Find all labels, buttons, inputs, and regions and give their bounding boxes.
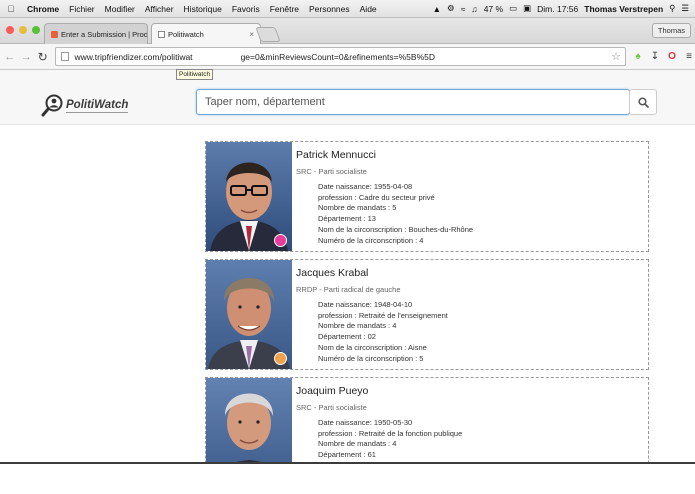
notification-center-icon[interactable]: ☰: [681, 3, 689, 14]
bookmark-star-icon[interactable]: ☆: [611, 50, 621, 63]
deputy-details: Date naissance: 1948-04-10 profession : …: [318, 300, 448, 364]
menu-historique[interactable]: Historique: [179, 4, 227, 14]
display-icon[interactable]: ▣: [523, 3, 531, 14]
birth-date: Date naissance: 1955-04-08: [318, 182, 413, 191]
extension-icons: ♠ ↧ O ≡: [632, 51, 695, 63]
spotlight-icon[interactable]: ⚲: [669, 3, 675, 14]
profession: profession : Retraité de la fonction pub…: [318, 428, 463, 438]
url-text-tail[interactable]: ge=0&minReviewsCount=0&refinements=%5B%5…: [241, 52, 435, 62]
menu-fenetre[interactable]: Fenêtre: [265, 4, 304, 14]
menu-modifier[interactable]: Modifier: [100, 4, 140, 14]
party-color-dot: [274, 234, 287, 247]
deputy-details: Date naissance: 1955-04-08 profession : …: [318, 182, 473, 246]
address-bar[interactable]: www.tripfriendizer.com/politiwat ge=0&mi…: [55, 47, 626, 66]
browser-toolbar: ← → ↻ www.tripfriendizer.com/politiwat g…: [0, 44, 695, 70]
deputy-card[interactable]: Patrick Mennucci SRC - Parti socialiste …: [205, 141, 649, 252]
mandate-count: Nombre de mandats : 5: [318, 203, 397, 213]
volume-icon[interactable]: ♫: [471, 4, 477, 14]
page-icon: [61, 52, 70, 61]
battery-icon[interactable]: ▭: [509, 3, 517, 14]
notification-icon[interactable]: ⚙: [447, 3, 455, 14]
constituency-number: Numéro de la circonscription : 5: [318, 353, 424, 363]
wifi-icon[interactable]: ≈: [461, 4, 466, 14]
logo-text: PolitiWatch: [66, 98, 129, 113]
tab-label: Enter a Submission | Produ: [61, 29, 148, 39]
menubar-status-area: ▲ ⚙ ≈ ♫ 47 % ▭ ▣ Dim. 17:56 Thomas Verst…: [433, 3, 695, 14]
deputy-party: RRDP - Parti radical de gauche: [296, 285, 401, 294]
zoom-window-button[interactable]: [32, 26, 40, 34]
new-tab-button[interactable]: [255, 27, 281, 42]
app-header: PolitiWatch: [0, 70, 695, 125]
department: Département : 02: [318, 332, 376, 342]
adobe-icon[interactable]: ▲: [433, 4, 441, 14]
tab-tooltip: Politiwatch: [176, 69, 214, 80]
menu-aide[interactable]: Aide: [355, 4, 382, 14]
clock[interactable]: Dim. 17:56: [537, 4, 578, 14]
menu-favoris[interactable]: Favoris: [227, 4, 265, 14]
window-controls: [6, 26, 40, 34]
producthunt-favicon-icon: [51, 30, 58, 38]
mac-menu-bar:  Chrome Fichier Modifier Afficher Histo…: [0, 0, 695, 18]
department: Département : 13: [318, 214, 376, 224]
minimize-window-button[interactable]: [19, 26, 27, 34]
deputy-details: Date naissance: 1950-05-30 profession : …: [318, 418, 462, 461]
constituency-number: Numéro de la circonscription : 4: [318, 235, 424, 245]
close-window-button[interactable]: [6, 26, 14, 34]
deputy-card[interactable]: Jacques Krabal RRDP - Parti radical de g…: [205, 259, 649, 370]
battery-percent[interactable]: 47 %: [484, 4, 503, 14]
search-input[interactable]: [197, 90, 629, 114]
download-icon[interactable]: ↧: [649, 51, 661, 63]
birth-date: Date naissance: 1950-05-30: [318, 418, 413, 427]
deputy-name[interactable]: Joaquim Pueyo: [296, 385, 368, 397]
deputy-party: SRC - Parti socialiste: [296, 167, 367, 176]
extension-icon[interactable]: ♠: [632, 51, 644, 63]
apple-icon[interactable]: : [0, 4, 22, 14]
browser-tab-strip: Enter a Submission | Produ × Politiwatch…: [0, 18, 695, 44]
forward-arrow-icon[interactable]: →: [19, 51, 32, 63]
tab-label: Politiwatch: [168, 29, 204, 39]
profile-button[interactable]: Thomas: [651, 23, 691, 38]
search-box: [196, 89, 630, 115]
close-tab-icon[interactable]: ×: [246, 30, 254, 39]
menu-app-chrome[interactable]: Chrome: [22, 4, 64, 14]
constituency-name: Nom de la circonscription : Bouches-du-R…: [318, 224, 474, 234]
tab-enter-submission[interactable]: Enter a Submission | Produ ×: [44, 23, 148, 44]
back-arrow-icon[interactable]: ←: [3, 51, 16, 63]
user-name[interactable]: Thomas Verstrepen: [584, 4, 663, 14]
menu-fichier[interactable]: Fichier: [64, 4, 100, 14]
department: Département : 61: [318, 450, 376, 460]
search-button[interactable]: [629, 89, 657, 115]
menu-afficher[interactable]: Afficher: [140, 4, 179, 14]
profession: profession : Retraité de l'enseignement: [318, 310, 448, 320]
window-bottom-edge: [0, 462, 695, 494]
url-text[interactable]: www.tripfriendizer.com/politiwat: [74, 52, 192, 62]
menu-personnes[interactable]: Personnes: [304, 4, 355, 14]
page-favicon-icon: [158, 30, 165, 38]
reload-icon[interactable]: ↻: [36, 50, 49, 64]
magnifier-logo-icon: [41, 94, 64, 117]
mandate-count: Nombre de mandats : 4: [318, 321, 397, 331]
deputy-party: SRC - Parti socialiste: [296, 403, 367, 412]
deputy-name[interactable]: Patrick Mennucci: [296, 149, 376, 161]
chrome-menu-icon[interactable]: ≡: [683, 51, 695, 63]
constituency-name: Nom de la circonscription : Aisne: [318, 342, 427, 352]
politiwatch-logo[interactable]: PolitiWatch: [41, 94, 129, 117]
profession: profession : Cadre du secteur privé: [318, 192, 435, 202]
opera-icon[interactable]: O: [666, 51, 678, 63]
tab-politiwatch[interactable]: Politiwatch ×: [151, 23, 261, 44]
mandate-count: Nombre de mandats : 4: [318, 439, 397, 449]
deputy-name[interactable]: Jacques Krabal: [296, 267, 368, 279]
party-color-dot: [274, 352, 287, 365]
deputy-results-list: Patrick Mennucci SRC - Parti socialiste …: [205, 141, 649, 494]
search-icon: [637, 96, 649, 108]
birth-date: Date naissance: 1948-04-10: [318, 300, 413, 309]
